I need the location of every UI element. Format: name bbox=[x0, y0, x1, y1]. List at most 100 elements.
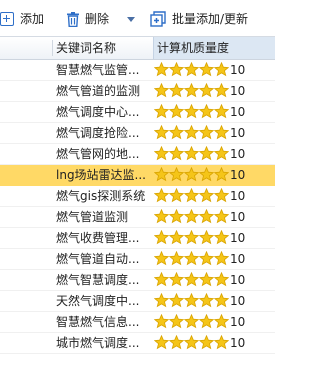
delete-button[interactable]: 删除 bbox=[67, 9, 109, 29]
star-icon bbox=[154, 167, 169, 182]
star-rating bbox=[154, 209, 229, 225]
table-row[interactable]: 燃气收费管理... 10 bbox=[0, 228, 275, 249]
keyword-name: 城市燃气调度... bbox=[56, 336, 140, 350]
star-icon bbox=[214, 335, 229, 350]
star-icon bbox=[169, 272, 184, 287]
star-icon bbox=[199, 230, 214, 245]
star-rating bbox=[154, 125, 229, 141]
star-icon bbox=[199, 293, 214, 308]
star-icon bbox=[154, 251, 169, 266]
star-rating bbox=[154, 335, 229, 351]
star-icon bbox=[154, 125, 169, 140]
batch-add-update-label: 批量添加/更新 bbox=[172, 12, 249, 26]
table-row[interactable]: lng场站雷达监... 10 bbox=[0, 165, 275, 186]
star-rating bbox=[154, 104, 229, 120]
star-icon bbox=[169, 167, 184, 182]
quality-score-value: 10 bbox=[230, 273, 246, 287]
star-icon bbox=[169, 104, 184, 119]
star-icon bbox=[184, 251, 199, 266]
quality-score-value: 10 bbox=[230, 336, 246, 350]
star-icon bbox=[199, 104, 214, 119]
star-icon bbox=[214, 314, 229, 329]
star-icon bbox=[199, 125, 214, 140]
table-row[interactable]: 智慧燃气信息... 10 bbox=[0, 312, 275, 333]
quality-score-value: 10 bbox=[230, 294, 246, 308]
star-icon bbox=[169, 335, 184, 350]
table-row[interactable]: 燃气智慧调度... 10 bbox=[0, 270, 275, 291]
star-icon bbox=[199, 83, 214, 98]
table-row[interactable]: 燃气管道监测 10 bbox=[0, 207, 275, 228]
star-icon bbox=[214, 293, 229, 308]
quality-score-value: 10 bbox=[230, 105, 246, 119]
star-icon bbox=[184, 209, 199, 224]
star-icon bbox=[169, 62, 184, 77]
toolbar: 添加 删除 批量添加/更新 bbox=[0, 0, 275, 36]
star-icon bbox=[169, 125, 184, 140]
column-header-quality-score[interactable]: 计算机质量度 bbox=[153, 37, 275, 59]
star-icon bbox=[154, 104, 169, 119]
star-icon bbox=[154, 188, 169, 203]
star-icon bbox=[199, 335, 214, 350]
trash-icon bbox=[67, 11, 79, 27]
table-row[interactable]: 燃气调度中心... 10 bbox=[0, 102, 275, 123]
star-icon bbox=[184, 335, 199, 350]
table-header: 关键词名称 计算机质量度 bbox=[0, 36, 275, 60]
keyword-name: 燃气管道的监测 bbox=[56, 84, 141, 98]
batch-add-update-button[interactable]: 批量添加/更新 bbox=[150, 9, 248, 29]
star-icon bbox=[184, 62, 199, 77]
star-icon bbox=[214, 188, 229, 203]
keyword-name: 燃气智慧调度... bbox=[56, 273, 140, 287]
star-icon bbox=[169, 146, 184, 161]
star-icon bbox=[154, 272, 169, 287]
quality-score-value: 10 bbox=[230, 189, 246, 203]
star-icon bbox=[214, 251, 229, 266]
star-icon bbox=[169, 209, 184, 224]
star-icon bbox=[184, 314, 199, 329]
star-icon bbox=[169, 293, 184, 308]
table-row[interactable]: 燃气管道自动... 10 bbox=[0, 249, 275, 270]
star-icon bbox=[214, 146, 229, 161]
star-icon bbox=[154, 62, 169, 77]
star-icon bbox=[169, 314, 184, 329]
table-row[interactable]: 城市燃气调度... 10 bbox=[0, 333, 275, 354]
keyword-name: 燃气gis探测系统 bbox=[56, 189, 146, 203]
star-icon bbox=[184, 293, 199, 308]
star-rating bbox=[154, 230, 229, 246]
keyword-name: 智慧燃气监管... bbox=[56, 63, 140, 77]
table-row[interactable]: 燃气调度抢险... 10 bbox=[0, 123, 275, 144]
star-icon bbox=[184, 104, 199, 119]
star-icon bbox=[199, 272, 214, 287]
star-icon bbox=[214, 272, 229, 287]
keyword-name: 燃气管道自动... bbox=[56, 252, 140, 266]
keyword-name: 燃气收费管理... bbox=[56, 231, 140, 245]
quality-score-value: 10 bbox=[230, 147, 246, 161]
table-row[interactable]: 燃气gis探测系统 10 bbox=[0, 186, 275, 207]
star-icon bbox=[214, 83, 229, 98]
star-icon bbox=[154, 335, 169, 350]
table-row[interactable]: 燃气管道的监测 10 bbox=[0, 81, 275, 102]
star-icon bbox=[214, 62, 229, 77]
add-button[interactable]: 添加 bbox=[0, 9, 44, 29]
star-icon bbox=[184, 167, 199, 182]
quality-score-value: 10 bbox=[230, 231, 246, 245]
star-icon bbox=[199, 209, 214, 224]
table-row[interactable]: 燃气管网的地... 10 bbox=[0, 144, 275, 165]
star-rating bbox=[154, 146, 229, 162]
plus-icon bbox=[0, 12, 14, 26]
table-row[interactable]: 天然气调度中... 10 bbox=[0, 291, 275, 312]
table-row[interactable]: 智慧燃气监管... 10 bbox=[0, 60, 275, 81]
delete-dropdown-caret-icon[interactable] bbox=[127, 17, 135, 22]
star-icon bbox=[169, 188, 184, 203]
star-icon bbox=[199, 62, 214, 77]
keyword-name: 智慧燃气信息... bbox=[56, 315, 140, 329]
star-icon bbox=[199, 188, 214, 203]
star-rating bbox=[154, 62, 229, 78]
table-body: 智慧燃气监管... 10 燃气管道的监测 10 燃气调度中心... 10 燃气调度抢险...… bbox=[0, 60, 275, 365]
column-header-keyword[interactable]: 关键词名称 bbox=[56, 37, 152, 59]
quality-score-value: 10 bbox=[230, 63, 246, 77]
star-icon bbox=[184, 125, 199, 140]
star-icon bbox=[214, 104, 229, 119]
batch-edit-icon bbox=[150, 10, 167, 28]
star-icon bbox=[154, 230, 169, 245]
star-icon bbox=[184, 272, 199, 287]
